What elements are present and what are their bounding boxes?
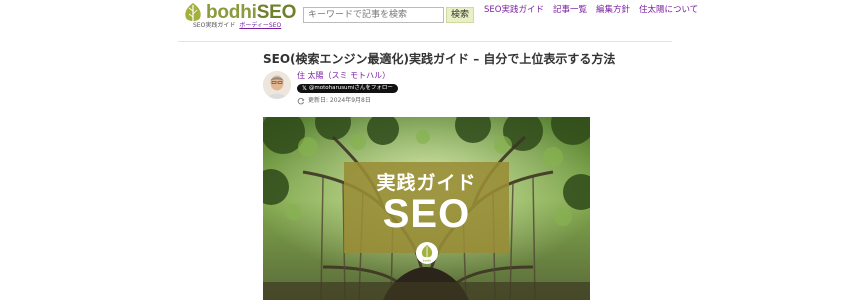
author-photo-icon bbox=[263, 71, 291, 99]
nav-item-seo-guide[interactable]: SEO実践ガイド bbox=[484, 4, 544, 16]
bodhi-leaf-icon bbox=[185, 3, 201, 21]
updated-date: 更新日: 2024年9月8日 bbox=[297, 96, 371, 105]
search-input[interactable] bbox=[303, 7, 444, 23]
hero-logo-badge: bodhi bbox=[416, 242, 438, 264]
logo-subtitle-kana[interactable]: ボーディーSEO bbox=[239, 22, 281, 29]
hero-image: 実践ガイド SEO bodhi bbox=[263, 117, 590, 300]
nav-item-editorial-policy[interactable]: 編集方針 bbox=[596, 4, 630, 16]
main-nav: SEO実践ガイド 記事一覧 編集方針 住太陽について bbox=[484, 4, 698, 16]
site-header: bodhiSEO SEO実践ガイドボーディーSEO 検索 SEO実践ガイド 記事… bbox=[0, 0, 850, 42]
hero-title-panel: 実践ガイド SEO bbox=[344, 162, 509, 253]
article-title: SEO(検索エンジン最適化)実践ガイド – 自分で上位表示する方法 bbox=[263, 52, 616, 66]
author-name-link[interactable]: 住 太陽（スミ モトハル） bbox=[297, 70, 390, 81]
nav-item-article-list[interactable]: 記事一覧 bbox=[553, 4, 587, 16]
updated-date-text: 更新日: 2024年9月8日 bbox=[308, 97, 371, 104]
header-divider bbox=[178, 41, 672, 42]
author-avatar[interactable] bbox=[263, 71, 291, 99]
search-button[interactable]: 検索 bbox=[446, 7, 474, 23]
bodhi-leaf-icon: bodhi bbox=[421, 245, 433, 263]
x-logo-icon: 𝕏 bbox=[302, 85, 307, 92]
logo-subtitle: SEO実践ガイド ボーディーSEO bbox=[193, 22, 281, 30]
site-logo[interactable]: bodhiSEO SEO実践ガイド ボーディーSEO bbox=[183, 2, 296, 32]
logo-subtitle-jp: SEO実践ガイド bbox=[193, 22, 236, 29]
refresh-icon bbox=[297, 97, 305, 104]
logo-wordmark: bodhiSEO bbox=[206, 2, 296, 24]
logo-word-seo: SEO bbox=[256, 2, 297, 23]
logo-word-bodhi: bodhi bbox=[206, 2, 257, 23]
hero-title-seo: SEO bbox=[382, 192, 471, 236]
hero-badge-text: bodhi bbox=[423, 259, 432, 263]
follow-label: @motoharusumiさんをフォロー bbox=[308, 85, 393, 91]
nav-item-about-author[interactable]: 住太陽について bbox=[639, 4, 698, 16]
follow-button[interactable]: 𝕏 @motoharusumiさんをフォロー bbox=[297, 84, 398, 93]
